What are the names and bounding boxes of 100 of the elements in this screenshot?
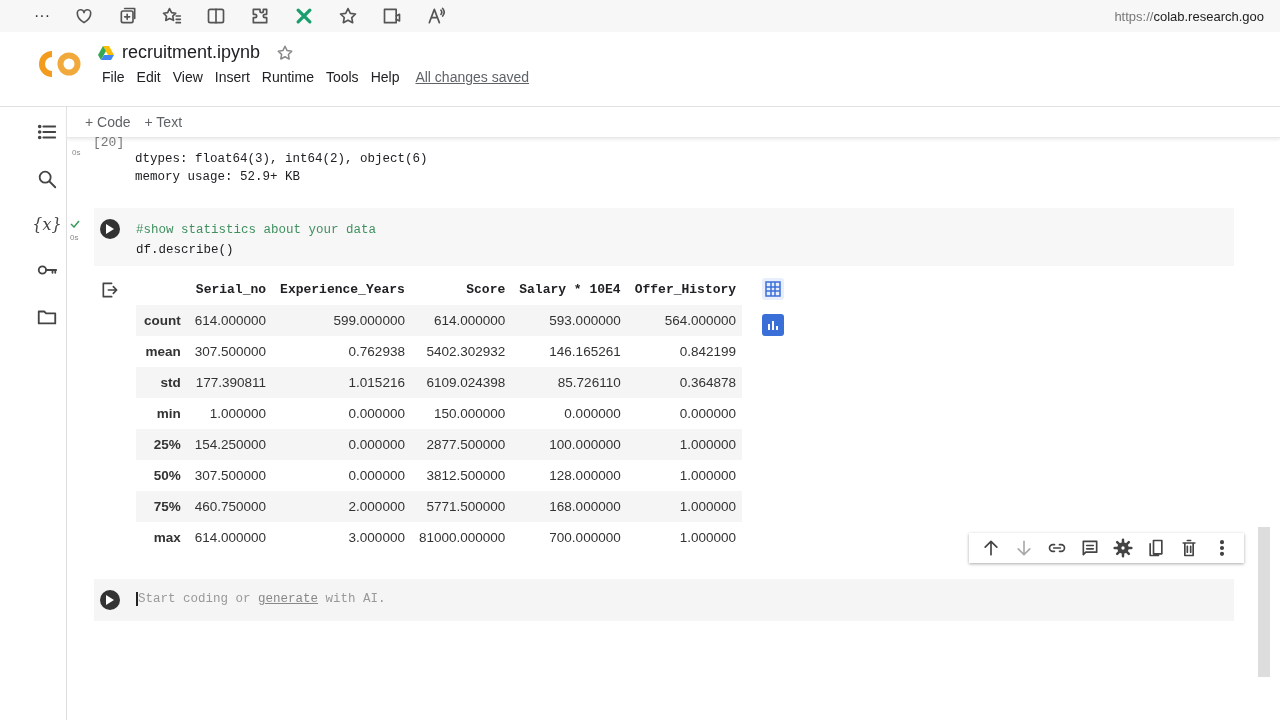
play-icon — [106, 224, 114, 234]
table-cell: 0.000000 — [626, 398, 743, 429]
row-label: min — [136, 398, 187, 429]
read-aloud-icon[interactable] — [426, 6, 446, 26]
address-bar[interactable]: https://colab.research.goo — [1114, 8, 1280, 24]
exec-time: 0s — [70, 233, 79, 242]
row-label: count — [136, 305, 187, 336]
notebook-title[interactable]: recruitment.ipynb — [122, 42, 261, 63]
code-comment: #show statistics about your data — [136, 222, 377, 239]
table-cell: 2.000000 — [272, 491, 411, 522]
row-label: 75% — [136, 491, 187, 522]
table-cell: 3.000000 — [272, 522, 411, 553]
output-line: memory usage: 52.9+ KB — [135, 169, 302, 186]
table-cell: 3812.500000 — [410, 460, 512, 491]
split-screen-icon[interactable] — [206, 6, 226, 26]
table-view-button[interactable] — [762, 278, 785, 300]
table-cell: 1.000000 — [186, 398, 273, 429]
row-label: mean — [136, 336, 187, 367]
table-cell: 593.000000 — [511, 305, 627, 336]
column-header: Score — [410, 274, 512, 305]
output-icon[interactable] — [100, 280, 120, 300]
table-cell: 0.000000 — [511, 398, 627, 429]
table-cell: 1.000000 — [626, 460, 743, 491]
table-cell: 307.500000 — [186, 460, 273, 491]
table-cell: 168.000000 — [511, 491, 627, 522]
star-icon[interactable] — [276, 43, 295, 62]
table-cell: 307.500000 — [186, 336, 273, 367]
table-cell: 0.762938 — [272, 336, 411, 367]
arrow-up-icon[interactable] — [981, 538, 1001, 558]
table-cell: 2877.500000 — [410, 429, 512, 460]
table-cell: 599.000000 — [272, 305, 411, 336]
table-cell: 700.000000 — [511, 522, 627, 553]
exec-count: [20] — [93, 136, 125, 150]
table-cell: 1.000000 — [626, 429, 743, 460]
menu-item[interactable]: View — [168, 67, 207, 87]
drive-icon[interactable] — [98, 45, 114, 60]
table-cell: 0.000000 — [272, 460, 411, 491]
table-cell: 177.390811 — [186, 367, 273, 398]
column-header: Serial_no — [186, 274, 273, 305]
bar-chart-icon — [766, 318, 781, 332]
scrollbar[interactable] — [1258, 527, 1270, 677]
table-cell: 614.000000 — [186, 522, 273, 553]
table-cell: 0.000000 — [272, 429, 411, 460]
column-header: Experience_Years — [272, 274, 411, 305]
menu-item[interactable]: Tools — [321, 67, 363, 87]
table-cell: 1.000000 — [626, 522, 743, 553]
table-cell: 614.000000 — [410, 305, 512, 336]
table-cell: 81000.000000 — [410, 522, 512, 553]
table-cell: 564.000000 — [626, 305, 743, 336]
table-cell: 150.000000 — [410, 398, 512, 429]
table-cell: 5402.302932 — [410, 336, 512, 367]
table-cell: 6109.024398 — [410, 367, 512, 398]
reader-icon[interactable] — [382, 6, 402, 26]
table-cell: 0.000000 — [272, 398, 411, 429]
search-icon[interactable] — [36, 168, 58, 190]
menu-item[interactable]: File — [98, 67, 129, 87]
variables-icon[interactable]: {x} — [32, 215, 62, 234]
more-menu[interactable]: ··· — [34, 7, 74, 25]
toolbar-button[interactable]: + Text — [140, 112, 187, 132]
table-icon — [765, 281, 782, 297]
run-button[interactable] — [100, 219, 120, 239]
table-cell: 100.000000 — [511, 429, 627, 460]
table-cell: 1.015216 — [272, 367, 411, 398]
chart-suggest-button[interactable] — [762, 314, 785, 336]
save-status[interactable]: All changes saved — [415, 69, 530, 85]
table-cell: 460.750000 — [186, 491, 273, 522]
table-cell: 0.364878 — [626, 367, 743, 398]
add-tab-icon[interactable] — [118, 6, 138, 26]
output-line: dtypes: float64(3), int64(2), object(6) — [135, 151, 428, 168]
heart-icon[interactable] — [74, 6, 94, 26]
table-cell: 146.165261 — [511, 336, 627, 367]
menu-item[interactable]: Runtime — [257, 67, 318, 87]
puzzle-icon[interactable] — [250, 6, 270, 26]
table-cell: 85.726110 — [511, 367, 627, 398]
table-cell: 614.000000 — [186, 305, 273, 336]
table-cell: 5771.500000 — [410, 491, 512, 522]
play-icon — [106, 595, 114, 605]
comment-icon[interactable] — [1080, 538, 1100, 558]
column-header: Offer_History — [626, 274, 743, 305]
row-label: std — [136, 367, 187, 398]
table-cell: 0.842199 — [626, 336, 743, 367]
copy-icon[interactable] — [1146, 538, 1166, 558]
row-label: 50% — [136, 460, 187, 491]
menu-item[interactable]: Insert — [210, 67, 254, 87]
column-header: Salary * 10E4 — [511, 274, 627, 305]
code-line: df.describe() — [136, 242, 235, 259]
table-cell: 154.250000 — [186, 429, 273, 460]
row-label: max — [136, 522, 187, 553]
row-label: 25% — [136, 429, 187, 460]
settings-icon[interactable] — [1113, 538, 1133, 558]
menu-item[interactable]: Edit — [132, 67, 165, 87]
toolbar-button[interactable]: + Code — [81, 112, 135, 132]
star-icon[interactable] — [338, 6, 358, 26]
table-cell: 128.000000 — [511, 460, 627, 491]
menu-item[interactable]: Help — [366, 67, 404, 87]
table-cell: 1.000000 — [626, 491, 743, 522]
run-button[interactable] — [100, 590, 120, 610]
favorites-icon[interactable] — [162, 6, 182, 26]
exec-time: 0s — [72, 148, 81, 157]
x-extension-icon[interactable] — [294, 6, 314, 26]
